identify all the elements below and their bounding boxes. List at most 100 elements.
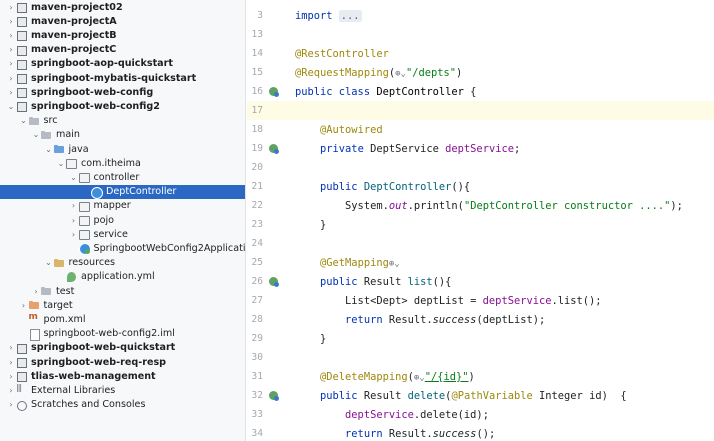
tree-item[interactable]: ⌄ java (0, 142, 245, 156)
tree-item[interactable]: › External Libraries (0, 383, 245, 397)
code-line[interactable]: 20 (247, 158, 714, 177)
tree-item[interactable]: › service (0, 227, 245, 241)
code-line[interactable]: 25 @GetMapping⊕⌄ (247, 253, 714, 272)
tree-item[interactable]: › Scratches and Consoles (0, 398, 245, 412)
tree-item[interactable]: › springboot-web-req-resp (0, 355, 245, 369)
code-line[interactable]: 28 return Result.success(deptList); (247, 310, 714, 329)
chevron-down-icon[interactable]: ⌄ (31, 130, 41, 139)
package-icon (78, 215, 90, 227)
line-number: 31 (251, 371, 263, 382)
code-token: list (407, 275, 433, 288)
chevron-right-icon[interactable]: › (6, 59, 16, 68)
chevron-right-icon[interactable]: › (69, 216, 79, 225)
tree-item[interactable]: › pojo (0, 213, 245, 227)
tree-item[interactable]: › maven-project02 (0, 0, 245, 14)
code-line[interactable]: 16 public class DeptController { (247, 82, 714, 101)
code-line[interactable]: 30 (247, 348, 714, 367)
bean-icon[interactable] (267, 143, 283, 155)
code-line[interactable]: 33 deptService.delete(id); (247, 405, 714, 424)
bean-icon[interactable] (267, 86, 283, 98)
tree-item[interactable]: ⌄ controller (0, 170, 245, 184)
class-icon (91, 186, 103, 199)
code-line[interactable]: 24 (247, 234, 714, 253)
chevron-down-icon[interactable]: ⌄ (69, 173, 79, 182)
code-text: return Result.success(); (295, 428, 495, 440)
scratches-icon (16, 400, 27, 411)
code-line[interactable]: 27 List<Dept> deptList = deptService.lis… (247, 291, 714, 310)
tree-item[interactable]: › springboot-aop-quickstart (0, 57, 245, 71)
tree-item[interactable]: ⌄ src (0, 114, 245, 128)
tree-item[interactable]: › test (0, 284, 245, 298)
gutter-space (267, 200, 283, 212)
chevron-down-icon[interactable]: ⌄ (56, 159, 66, 168)
chevron-right-icon[interactable]: › (6, 343, 16, 352)
tree-item[interactable]: springboot-web-config2.iml (0, 327, 245, 341)
code-line[interactable]: 3 import ... (247, 6, 714, 25)
tree-item[interactable]: › maven-projectC (0, 43, 245, 57)
tree-item[interactable]: ⌄ com.itheima (0, 156, 245, 170)
tree-item[interactable]: › target (0, 298, 245, 312)
tree-item[interactable]: › maven-projectA (0, 14, 245, 28)
tree-item[interactable]: application.yml (0, 270, 245, 284)
tree-item[interactable]: › springboot-web-quickstart (0, 341, 245, 355)
code-line[interactable]: 29 } (247, 329, 714, 348)
code-line[interactable]: 19 private DeptService deptService; (247, 139, 714, 158)
tree-item[interactable]: › springboot-web-config (0, 85, 245, 99)
chevron-right-icon[interactable]: › (6, 3, 16, 12)
chevron-right-icon[interactable]: › (6, 386, 16, 395)
tree-item[interactable]: DeptController (0, 184, 245, 199)
bean-icon[interactable] (267, 276, 283, 288)
chevron-right-icon[interactable]: › (6, 17, 16, 26)
code-token: public (320, 389, 364, 402)
code-line[interactable]: 21 public DeptController(){ (247, 177, 714, 196)
tree-item[interactable]: › mapper (0, 199, 245, 213)
iml-file-icon (29, 328, 40, 341)
chevron-right-icon[interactable]: › (31, 287, 41, 296)
chevron-down-icon[interactable]: ⌄ (44, 145, 54, 154)
code-editor[interactable]: 3 import ... 13 14 @RestController 15 @Request… (247, 0, 714, 441)
code-line[interactable]: 31 @DeleteMapping(⊕⌄"/{id}") (247, 367, 714, 386)
code-line[interactable]: 13 (247, 25, 714, 44)
chevron-right-icon[interactable]: › (6, 88, 16, 97)
chevron-right-icon[interactable]: › (19, 301, 29, 310)
code-line[interactable]: 18 @Autowired (247, 120, 714, 139)
line-number: 33 (251, 409, 263, 420)
chevron-right-icon[interactable]: › (6, 31, 16, 40)
code-token: @DeleteMapping (320, 370, 408, 383)
tree-item[interactable]: › tlias-web-management (0, 369, 245, 383)
code-line[interactable]: 22 System.out.println("DeptController co… (247, 196, 714, 215)
tree-item-label: controller (93, 171, 140, 183)
code-line[interactable]: 17 (247, 101, 714, 120)
line-number: 3 (257, 10, 263, 21)
code-text: private DeptService deptService; (295, 143, 520, 155)
chevron-down-icon[interactable]: ⌄ (19, 116, 29, 125)
tree-item-label: springboot-web-req-resp (31, 356, 167, 368)
code-line[interactable]: 34 return Result.success(); (247, 424, 714, 441)
chevron-down-icon[interactable]: ⌄ (44, 258, 54, 267)
bean-icon[interactable] (267, 390, 283, 402)
code-line[interactable]: 26 public Result list(){ (247, 272, 714, 291)
code-line[interactable]: 23 } (247, 215, 714, 234)
project-tree[interactable]: › maven-project02 › maven-projectA › maven-pr… (0, 0, 246, 441)
chevron-right-icon[interactable]: › (6, 45, 16, 54)
tree-item[interactable]: ⌄ main (0, 128, 245, 142)
tree-item[interactable]: › maven-projectB (0, 28, 245, 42)
gutter-space (267, 314, 283, 326)
tree-item[interactable]: › springboot-mybatis-quickstart (0, 71, 245, 85)
chevron-right-icon[interactable]: › (6, 372, 16, 381)
tree-item[interactable]: ⌄ springboot-web-config2 (0, 99, 245, 113)
chevron-right-icon[interactable]: › (6, 358, 16, 367)
tree-item[interactable]: pom.xml (0, 312, 245, 326)
chevron-right-icon[interactable]: › (69, 201, 79, 210)
tree-item[interactable]: SpringbootWebConfig2Application (0, 241, 245, 256)
code-line[interactable]: 15 @RequestMapping(⊕⌄"/depts") (247, 63, 714, 82)
code-line[interactable]: 32 public Result delete(@PathVariable In… (247, 386, 714, 405)
tree-item[interactable]: ⌄ resources (0, 256, 245, 270)
chevron-right-icon[interactable]: › (6, 400, 16, 409)
code-line[interactable]: 14 @RestController (247, 44, 714, 63)
chevron-right-icon[interactable]: › (6, 74, 16, 83)
chevron-right-icon[interactable]: › (69, 230, 79, 239)
chevron-down-icon[interactable]: ⌄ (6, 102, 16, 111)
code-token: "/{id}" (424, 370, 469, 383)
